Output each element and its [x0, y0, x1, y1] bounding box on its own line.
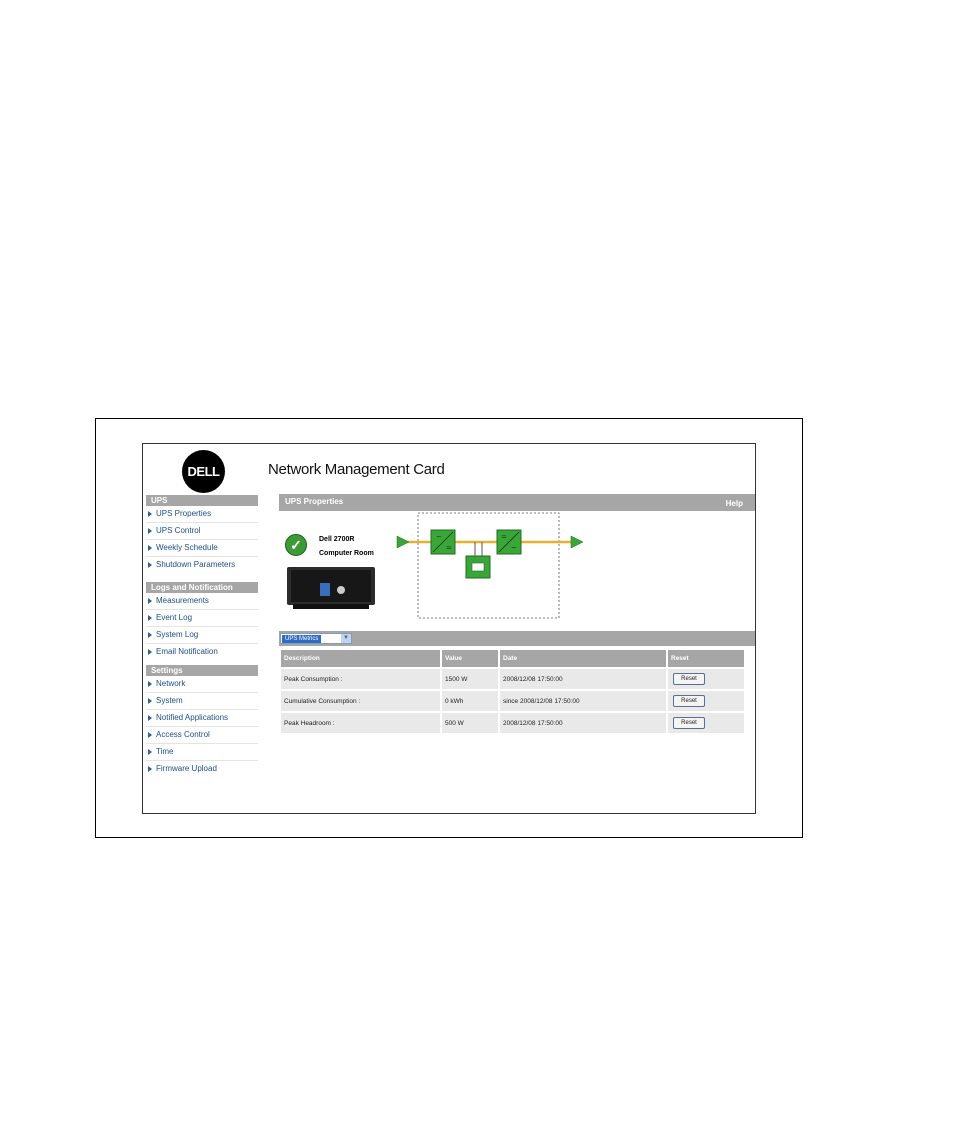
- metrics-table: Description Value Date Reset Peak Consum…: [279, 648, 746, 735]
- sidebar-item-label: Weekly Schedule: [156, 543, 218, 552]
- reset-button[interactable]: Reset: [673, 673, 705, 685]
- svg-text:=: =: [501, 533, 507, 541]
- help-link[interactable]: Help: [726, 499, 743, 508]
- sidebar-item-label: Shutdown Parameters: [156, 560, 236, 569]
- description-cell: Cumulative Consumption :: [281, 691, 440, 711]
- description-cell: Peak Headroom :: [281, 713, 440, 733]
- reset-cell: Reset: [668, 691, 744, 711]
- sidebar-item-notified-applications[interactable]: Notified Applications: [146, 710, 258, 727]
- svg-text:=: =: [446, 544, 452, 552]
- col-reset: Reset: [668, 650, 744, 667]
- sidebar-item-email-notification[interactable]: Email Notification: [146, 644, 258, 660]
- sidebar-item-access-control[interactable]: Access Control: [146, 727, 258, 744]
- arrow-right-icon: [148, 545, 152, 551]
- arrow-right-icon: [148, 715, 152, 721]
- sidebar-item-weekly-schedule[interactable]: Weekly Schedule: [146, 540, 258, 557]
- sidebar-item-label: UPS Control: [156, 526, 201, 535]
- arrow-right-icon: [148, 615, 152, 621]
- sidebar-item-ups-control[interactable]: UPS Control: [146, 523, 258, 540]
- arrow-right-icon: [148, 766, 152, 772]
- web-ui-screenshot: DELL Network Management Card UPS UPS Prop…: [142, 443, 756, 814]
- date-cell: since 2008/12/08 17:50:00: [500, 691, 666, 711]
- sidebar-item-label: Access Control: [156, 730, 210, 739]
- arrow-right-icon: [148, 749, 152, 755]
- col-description: Description: [281, 650, 440, 667]
- sidebar-item-label: Network: [156, 679, 186, 688]
- value-cell: 1500 W: [442, 669, 498, 689]
- reset-button[interactable]: Reset: [673, 717, 705, 729]
- table-row: Cumulative Consumption :0 kWh since 2008/…: [281, 691, 744, 711]
- arrow-right-icon: [148, 598, 152, 604]
- sidebar-item-label: System Log: [156, 630, 199, 639]
- ups-flow-diagram: ~ = = ~: [396, 512, 584, 619]
- ups-device-base: [293, 604, 369, 609]
- sidebar-item-event-log[interactable]: Event Log: [146, 610, 258, 627]
- sidebar-item-time[interactable]: Time: [146, 744, 258, 761]
- sidebar-nav: UPS UPS Properties UPS Control Weekly Sched…: [146, 495, 258, 777]
- ups-location: Computer Room: [319, 550, 374, 557]
- col-value: Value: [442, 650, 498, 667]
- sidebar-section: Settings Network System Notified Applicatio…: [146, 665, 258, 777]
- sidebar-item-label: Notified Applications: [156, 713, 229, 722]
- arrow-right-icon: [148, 511, 152, 517]
- sidebar-item-label: System: [156, 696, 183, 705]
- sidebar-item-label: Time: [156, 747, 174, 756]
- output-arrow-icon: [570, 535, 584, 549]
- sidebar-section: Logs and Notification Measurements Event L…: [146, 582, 258, 660]
- sidebar-item-system-log[interactable]: System Log: [146, 627, 258, 644]
- sidebar-item-label: UPS Properties: [156, 509, 212, 518]
- arrow-right-icon: [148, 528, 152, 534]
- svg-text:~: ~: [511, 544, 517, 552]
- arrow-right-icon: [148, 649, 152, 655]
- ups-model: Dell 2700R: [319, 536, 355, 543]
- arrow-right-icon: [148, 732, 152, 738]
- check-icon: ✓: [285, 534, 307, 556]
- col-date: Date: [500, 650, 666, 667]
- sidebar-section-title: Logs and Notification: [146, 582, 258, 593]
- ups-device-image: [287, 567, 375, 605]
- reset-button[interactable]: Reset: [673, 695, 705, 707]
- sidebar-section-title: UPS: [146, 495, 258, 506]
- description-cell: Peak Consumption :: [281, 669, 440, 689]
- table-row: Peak Headroom :500 W 2008/12/08 17:50:00 R…: [281, 713, 744, 733]
- table-row: Peak Consumption :1500 W 2008/12/08 17:50…: [281, 669, 744, 689]
- section-header: UPS Properties Help: [279, 494, 755, 511]
- svg-text:~: ~: [436, 533, 442, 541]
- sidebar-item-label: Email Notification: [156, 647, 218, 656]
- date-cell: 2008/12/08 17:50:00: [500, 669, 666, 689]
- sidebar-section: UPS UPS Properties UPS Control Weekly Sched…: [146, 495, 258, 577]
- sidebar-item-label: Event Log: [156, 613, 193, 622]
- dell-logo: DELL: [182, 450, 225, 493]
- arrow-right-icon: [148, 681, 152, 687]
- sidebar-section-title: Settings: [146, 665, 258, 676]
- date-cell: 2008/12/08 17:50:00: [500, 713, 666, 733]
- arrow-right-icon: [148, 698, 152, 704]
- arrow-right-icon: [148, 562, 152, 568]
- chevron-down-icon[interactable]: ▼: [341, 634, 351, 643]
- metrics-select[interactable]: UPS Metrics ▼: [280, 633, 352, 644]
- app-title: Network Management Card: [268, 461, 445, 478]
- reset-cell: Reset: [668, 713, 744, 733]
- reset-cell: Reset: [668, 669, 744, 689]
- value-cell: 500 W: [442, 713, 498, 733]
- input-arrow-icon: [396, 535, 410, 549]
- value-cell: 0 kWh: [442, 691, 498, 711]
- sidebar-item-label: Firmware Upload: [156, 764, 217, 773]
- sidebar-item-network[interactable]: Network: [146, 676, 258, 693]
- sidebar-item-system[interactable]: System: [146, 693, 258, 710]
- sidebar-item-shutdown-parameters[interactable]: Shutdown Parameters: [146, 557, 258, 577]
- arrow-right-icon: [148, 632, 152, 638]
- sidebar-item-ups-properties[interactable]: UPS Properties: [146, 506, 258, 523]
- sidebar-item-firmware-upload[interactable]: Firmware Upload: [146, 761, 258, 777]
- section-title: UPS Properties: [285, 497, 344, 506]
- sidebar-item-measurements[interactable]: Measurements: [146, 593, 258, 610]
- sidebar-item-label: Measurements: [156, 596, 209, 605]
